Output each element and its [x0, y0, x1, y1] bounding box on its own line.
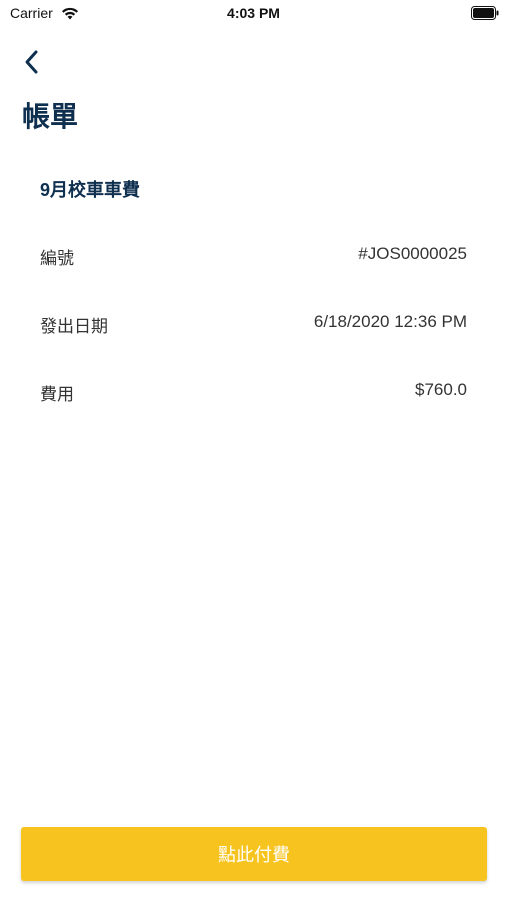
bill-name: 9月校車車費	[40, 180, 141, 200]
fee-value: $760.0	[415, 380, 467, 399]
fee-label: 費用	[40, 385, 74, 404]
issue-date-row: 發出日期 6/18/2020 12:36 PM	[40, 312, 467, 336]
issue-date-value: 6/18/2020 12:36 PM	[313, 312, 467, 331]
fee-row: 費用 $760.0	[40, 380, 467, 404]
back-button[interactable]	[14, 44, 50, 80]
battery-icon	[471, 6, 499, 20]
clock-time: 4:03 PM	[227, 5, 280, 21]
page-title: 帳單	[22, 101, 79, 132]
bill-number-label: 編號	[40, 249, 74, 268]
chevron-left-icon	[25, 50, 38, 74]
status-bar: Carrier 4:03 PM	[0, 0, 507, 28]
pay-button[interactable]: 點此付費	[21, 827, 487, 881]
bill-number-value: #JOS0000025	[358, 244, 467, 263]
issue-date-label: 發出日期	[40, 317, 108, 336]
bill-number-row: 編號 #JOS0000025	[40, 244, 467, 268]
